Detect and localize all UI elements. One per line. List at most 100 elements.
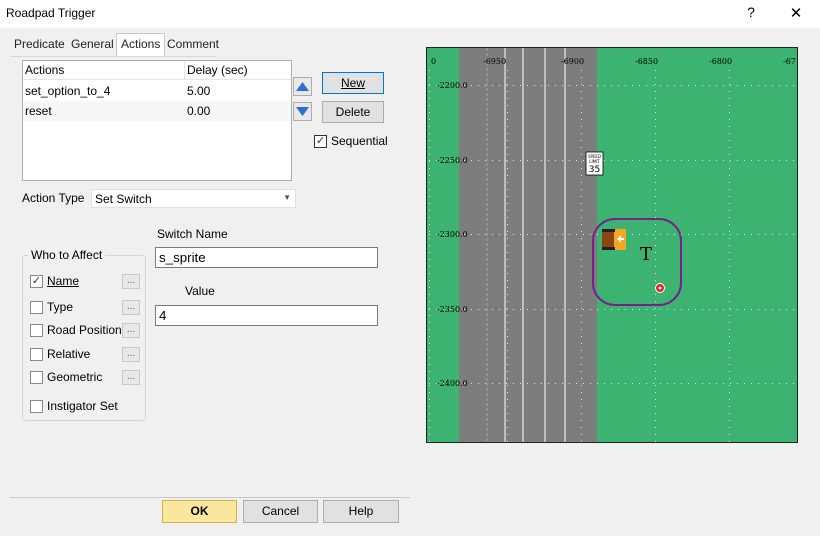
grid-dot bbox=[429, 434, 430, 435]
map-canvas[interactable]: 0 -6950 -6900 -6850 -6800 -67 -2200.0 -2… bbox=[427, 48, 798, 443]
relative-checkbox[interactable] bbox=[30, 348, 43, 361]
grid-dot bbox=[507, 322, 508, 323]
grid-dot bbox=[604, 85, 605, 86]
switch-name-input[interactable] bbox=[155, 247, 378, 268]
tab-comment[interactable]: Comment bbox=[163, 34, 223, 54]
road-position-checkbox[interactable] bbox=[30, 324, 43, 337]
ok-button[interactable]: OK bbox=[162, 500, 237, 523]
grid-dot bbox=[581, 336, 582, 337]
cancel-button[interactable]: Cancel bbox=[243, 500, 318, 523]
action-type-select[interactable]: Set Switch ▼ bbox=[91, 189, 296, 208]
grid-dot bbox=[709, 160, 710, 161]
grid-dot bbox=[581, 315, 582, 316]
grid-dot bbox=[793, 383, 794, 384]
grid-dot bbox=[541, 160, 542, 161]
map-view[interactable]: 0 -6950 -6900 -6850 -6800 -67 -2200.0 -2… bbox=[426, 47, 798, 443]
move-down-button[interactable] bbox=[293, 102, 312, 121]
name-ellipsis-button[interactable]: ... bbox=[122, 274, 140, 289]
grid-dot bbox=[797, 392, 798, 393]
grid-dot bbox=[507, 126, 508, 127]
grid-dot bbox=[581, 287, 582, 288]
grid-dot bbox=[797, 294, 798, 295]
grid-dot bbox=[655, 406, 656, 407]
grid-dot bbox=[471, 160, 472, 161]
vehicle-icon[interactable] bbox=[602, 229, 626, 250]
instigator-set-checkbox[interactable] bbox=[30, 400, 43, 413]
help-icon[interactable]: ? bbox=[743, 4, 759, 22]
delete-button[interactable]: Delete bbox=[322, 101, 384, 123]
sequential-checkbox[interactable]: ✓ bbox=[314, 135, 327, 148]
sign-text: LIMIT bbox=[589, 159, 600, 164]
marker-t-icon: T bbox=[640, 244, 652, 265]
tab-predicate[interactable]: Predicate bbox=[10, 34, 69, 54]
target-icon[interactable] bbox=[655, 283, 665, 293]
table-row[interactable]: reset 0.00 bbox=[23, 101, 291, 121]
move-up-button[interactable] bbox=[293, 77, 312, 96]
grid-dot bbox=[744, 85, 745, 86]
tab-general[interactable]: General bbox=[67, 34, 118, 54]
value-input[interactable] bbox=[155, 305, 378, 326]
grid-dot bbox=[513, 309, 514, 310]
grid-dot bbox=[797, 196, 798, 197]
grid-dot bbox=[702, 85, 703, 86]
grid-dot bbox=[674, 383, 675, 384]
relative-ellipsis-button[interactable]: ... bbox=[122, 347, 140, 362]
grid-dot bbox=[499, 234, 500, 235]
grid-dot bbox=[499, 85, 500, 86]
speed-limit-sign-icon[interactable]: SPEED LIMIT 35 bbox=[585, 151, 604, 176]
close-icon[interactable]: ✕ bbox=[786, 4, 806, 22]
grid-dot bbox=[688, 383, 689, 384]
grid-dot bbox=[655, 210, 656, 211]
grid-dot bbox=[429, 406, 430, 407]
grid-dot bbox=[611, 309, 612, 310]
grid-dot bbox=[581, 252, 582, 253]
actions-table[interactable]: Actions Delay (sec) set_option_to_4 5.00… bbox=[22, 60, 292, 181]
grid-dot bbox=[507, 98, 508, 99]
name-checkbox[interactable]: ✓ bbox=[30, 275, 43, 288]
grid-dot bbox=[569, 85, 570, 86]
grid-dot bbox=[507, 280, 508, 281]
grid-dot bbox=[797, 77, 798, 78]
grid-dot bbox=[655, 196, 656, 197]
road-position-ellipsis-button[interactable]: ... bbox=[122, 323, 140, 338]
grid-dot bbox=[730, 234, 731, 235]
grid-dot bbox=[429, 85, 430, 86]
grid-dot bbox=[695, 309, 696, 310]
grid-dot bbox=[797, 301, 798, 302]
grid-dot bbox=[737, 309, 738, 310]
road-position-label: Road Position bbox=[47, 323, 122, 337]
grid-dot bbox=[507, 203, 508, 204]
grid-dot bbox=[548, 160, 549, 161]
type-label: Type bbox=[47, 300, 74, 314]
grid-dot bbox=[581, 385, 582, 386]
grid-dot bbox=[492, 85, 493, 86]
grid-dot bbox=[655, 245, 656, 246]
grid-dot bbox=[797, 357, 798, 358]
grid-dot bbox=[429, 252, 430, 253]
help-button[interactable]: Help bbox=[323, 500, 399, 523]
grid-dot bbox=[583, 160, 584, 161]
grid-dot bbox=[429, 119, 430, 120]
grid-dot bbox=[729, 406, 730, 407]
geometric-checkbox[interactable] bbox=[30, 371, 43, 384]
table-row[interactable]: set_option_to_4 5.00 bbox=[23, 81, 291, 101]
column-header-delay[interactable]: Delay (sec) bbox=[185, 61, 291, 80]
tab-actions[interactable]: Actions bbox=[116, 33, 166, 56]
name-label: Name bbox=[47, 274, 80, 288]
type-checkbox[interactable] bbox=[30, 301, 43, 314]
column-header-actions[interactable]: Actions bbox=[23, 61, 185, 80]
grid-dot bbox=[506, 309, 507, 310]
grid-dot bbox=[429, 259, 430, 260]
grid-dot bbox=[797, 336, 798, 337]
new-button[interactable]: New bbox=[322, 72, 384, 94]
grid-dot bbox=[797, 217, 798, 218]
grid-dot bbox=[513, 234, 514, 235]
type-ellipsis-button[interactable]: ... bbox=[122, 300, 140, 315]
grid-dot bbox=[429, 357, 430, 358]
grid-dot bbox=[655, 392, 656, 393]
grid-dot bbox=[655, 224, 656, 225]
grid-dot bbox=[655, 385, 656, 386]
grid-dot bbox=[729, 133, 730, 134]
geometric-ellipsis-button[interactable]: ... bbox=[122, 370, 140, 385]
grid-dot bbox=[485, 309, 486, 310]
